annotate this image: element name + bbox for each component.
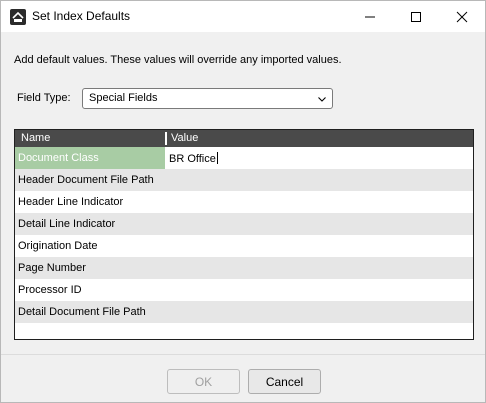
app-logo-icon xyxy=(10,9,26,25)
grid-row-document-class[interactable]: Document Class BR Office xyxy=(15,147,473,169)
chevron-down-icon xyxy=(318,97,326,102)
minimize-button[interactable] xyxy=(347,1,393,32)
grid-row-header-document-file-path[interactable]: Header Document File Path xyxy=(15,169,473,191)
column-header-name[interactable]: Name xyxy=(21,132,50,144)
description-text: Add default values. These values will ov… xyxy=(14,54,342,66)
column-header-value[interactable]: Value xyxy=(171,132,198,144)
footer-divider xyxy=(1,354,485,355)
field-type-label: Field Type: xyxy=(17,92,71,104)
grid-row-detail-document-file-path[interactable]: Detail Document File Path xyxy=(15,301,473,323)
row-name: Page Number xyxy=(18,262,86,274)
row-name: Header Document File Path xyxy=(18,174,154,186)
row-value-cell[interactable] xyxy=(165,213,473,235)
text-caret xyxy=(216,152,218,164)
row-value-cell[interactable] xyxy=(165,257,473,279)
row-value-cell[interactable] xyxy=(165,235,473,257)
maximize-button[interactable] xyxy=(393,1,439,32)
row-value-cell[interactable] xyxy=(165,191,473,213)
defaults-grid: Name Value Document Class BR Office Head… xyxy=(14,129,474,340)
row-value-cell[interactable] xyxy=(165,279,473,301)
row-value-cell[interactable] xyxy=(165,301,473,323)
column-resize-handle[interactable] xyxy=(165,132,167,145)
window-title: Set Index Defaults xyxy=(32,9,131,23)
close-icon xyxy=(456,11,468,22)
grid-row-detail-line-indicator[interactable]: Detail Line Indicator xyxy=(15,213,473,235)
ok-button[interactable]: OK xyxy=(167,369,240,394)
title-bar[interactable]: Set Index Defaults xyxy=(1,1,485,32)
cancel-button[interactable]: Cancel xyxy=(248,369,321,394)
minimize-icon xyxy=(365,16,375,17)
maximize-icon xyxy=(411,11,421,22)
row-name: Detail Document File Path xyxy=(18,306,146,318)
grid-row-processor-id[interactable]: Processor ID xyxy=(15,279,473,301)
row-value-editor[interactable]: BR Office xyxy=(165,147,473,169)
close-button[interactable] xyxy=(439,1,485,32)
row-name: Detail Line Indicator xyxy=(18,218,116,230)
row-name: Processor ID xyxy=(18,284,82,296)
grid-header: Name Value xyxy=(15,130,473,147)
grid-row-origination-date[interactable]: Origination Date xyxy=(15,235,473,257)
dialog-window: Set Index Defaults Add default values. T… xyxy=(0,0,486,403)
grid-row-header-line-indicator[interactable]: Header Line Indicator xyxy=(15,191,473,213)
row-name: Document Class xyxy=(18,152,99,164)
field-type-value: Special Fields xyxy=(89,92,158,104)
row-name: Header Line Indicator xyxy=(18,196,124,208)
value-text[interactable]: BR Office xyxy=(169,153,216,165)
row-value-cell[interactable] xyxy=(165,169,473,191)
field-type-select[interactable]: Special Fields xyxy=(82,88,333,109)
value-input: BR Office xyxy=(169,152,218,165)
row-name: Origination Date xyxy=(18,240,98,252)
grid-row-page-number[interactable]: Page Number xyxy=(15,257,473,279)
